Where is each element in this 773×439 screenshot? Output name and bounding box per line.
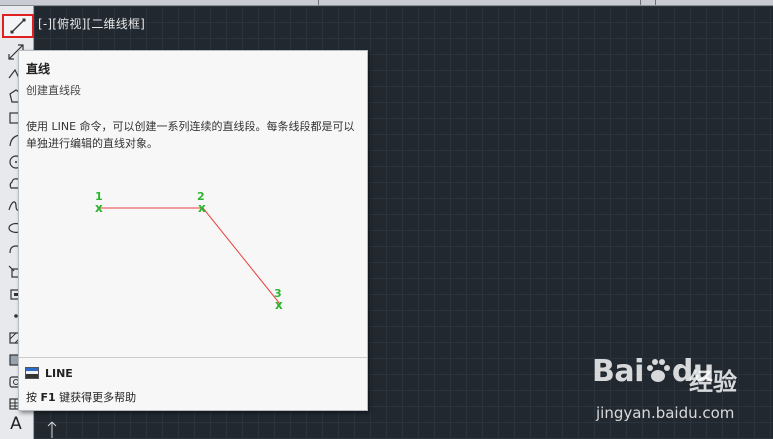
line-example-illustration: 1 x 2 x 3 x [95, 190, 283, 312]
watermark-url: jingyan.baidu.com [596, 404, 735, 422]
line-icon [10, 18, 26, 34]
baidu-paw-icon [646, 359, 670, 382]
command-line-icon [25, 367, 39, 379]
tooltip-help-text: 按 F1 键获得更多帮助 [26, 389, 136, 405]
line-tool-button[interactable] [2, 14, 34, 38]
multiline-text-icon: A [10, 414, 22, 434]
ucs-icon [47, 421, 57, 438]
help-key: F1 [40, 391, 56, 404]
point-marker-2: x [198, 201, 206, 215]
point-marker-3: x [275, 298, 283, 312]
ribbon-separator [318, 0, 319, 5]
example-polyline [100, 207, 281, 305]
watermark-brand-prefix: Bai [592, 354, 644, 389]
tooltip-command-row: LINE [25, 364, 73, 382]
point-marker-1: x [95, 201, 103, 215]
tooltip-divider [19, 357, 367, 358]
help-suffix: 键获得更多帮助 [55, 391, 137, 404]
ribbon-separator [655, 0, 656, 5]
tooltip-command-name: LINE [45, 366, 73, 380]
line-command-tooltip: 直线 创建直线段 使用 LINE 命令，可以创建一系列连续的直线段。每条线段都是… [18, 50, 368, 411]
multiline-text-button[interactable]: A [3, 414, 29, 434]
help-prefix: 按 [26, 391, 41, 404]
watermark-product: 经验 [689, 368, 737, 396]
viewport-controls-label[interactable]: [-][俯视][二维线框] [38, 15, 145, 32]
baidu-jingyan-watermark: Bai du 经验 jingyan.baidu.com [592, 352, 767, 432]
ribbon-separator [640, 0, 641, 5]
